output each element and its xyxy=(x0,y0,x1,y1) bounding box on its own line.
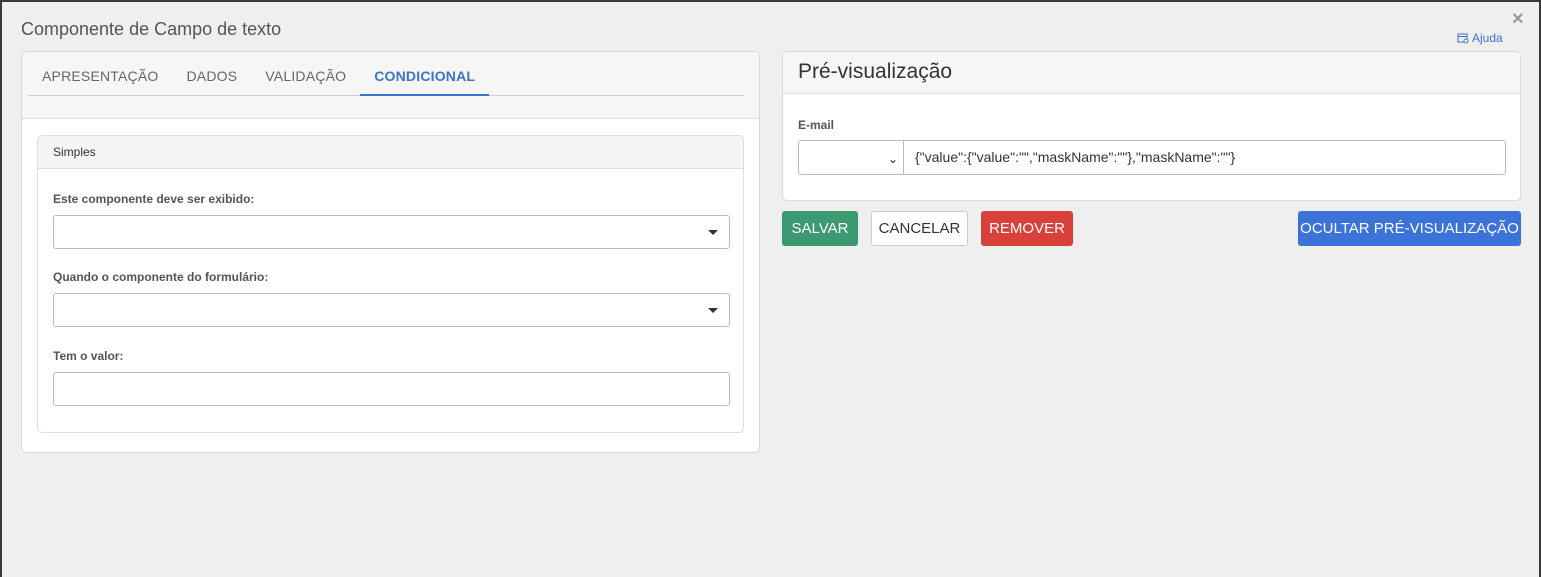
value-label: Tem o valor: xyxy=(53,349,124,363)
mask-select[interactable]: ⌄ xyxy=(798,140,904,175)
show-label: Este componente deve ser exibido: xyxy=(53,192,255,206)
caret-down-icon xyxy=(708,308,718,313)
close-icon[interactable]: × xyxy=(1512,8,1524,30)
tab-dados[interactable]: DADOS xyxy=(173,62,252,96)
chevron-down-icon: ⌄ xyxy=(887,152,898,166)
caret-down-icon xyxy=(708,230,718,235)
help-icon xyxy=(1457,33,1469,44)
value-input[interactable] xyxy=(53,372,730,406)
email-label: E-mail xyxy=(798,118,835,132)
tab-condicional[interactable]: CONDICIONAL xyxy=(360,62,490,96)
tab-apresentacao[interactable]: APRESENTAÇÃO xyxy=(28,62,173,96)
help-link[interactable]: Ajuda xyxy=(1457,31,1503,45)
component-dialog: Componente de Campo de texto × Ajuda APR… xyxy=(2,2,1539,577)
dialog-title: Componente de Campo de texto xyxy=(21,19,282,39)
fieldset-legend: Simples xyxy=(38,136,743,169)
when-select[interactable] xyxy=(53,293,730,327)
remove-button[interactable]: REMOVER xyxy=(981,211,1073,246)
hide-preview-button[interactable]: OCULTAR PRÉ-VISUALIZAÇÃO xyxy=(1298,211,1521,246)
tab-validacao[interactable]: VALIDAÇÃO xyxy=(251,62,360,96)
preview-panel: Pré-visualização E-mail ⌄ {"value":{"val… xyxy=(782,51,1521,201)
tabs-bar: APRESENTAÇÃO DADOS VALIDAÇÃO CONDICIONAL xyxy=(22,52,759,119)
help-label: Ajuda xyxy=(1472,31,1503,45)
conditional-fieldset: Simples Este componente deve ser exibido… xyxy=(37,135,744,433)
email-input-group: ⌄ {"value":{"value":"","maskName":""},"m… xyxy=(798,140,1506,175)
cancel-button[interactable]: CANCELAR xyxy=(871,211,968,246)
show-select[interactable] xyxy=(53,215,730,249)
email-field[interactable]: {"value":{"value":"","maskName":""},"mas… xyxy=(904,140,1506,175)
preview-title: Pré-visualização xyxy=(783,52,1520,94)
tab-list: APRESENTAÇÃO DADOS VALIDAÇÃO CONDICIONAL xyxy=(28,62,744,96)
settings-panel: APRESENTAÇÃO DADOS VALIDAÇÃO CONDICIONAL… xyxy=(21,51,760,453)
when-label: Quando o componente do formulário: xyxy=(53,270,269,284)
save-button[interactable]: SALVAR xyxy=(782,211,858,246)
